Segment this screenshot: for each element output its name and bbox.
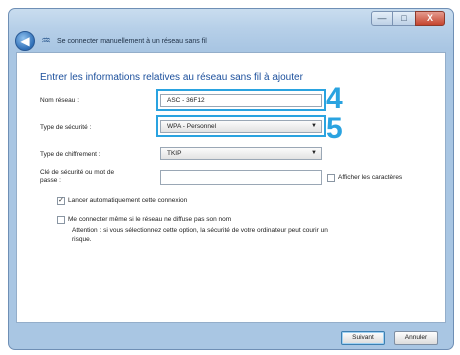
warning-line-1: Attention : si vous sélectionnez cette o… (72, 227, 328, 234)
security-key-input[interactable] (160, 170, 322, 185)
minimize-button[interactable]: — (371, 11, 393, 26)
window-title: Se connecter manuellement à un réseau sa… (57, 37, 207, 45)
wireless-network-icon: ♒ (41, 35, 51, 47)
page-heading: Entrer les informations relatives au rés… (40, 72, 303, 83)
callout-4: 4 (326, 82, 343, 115)
network-name-label: Nom réseau : (40, 97, 80, 104)
security-key-label-line2: passe : (40, 177, 61, 184)
auto-connect-checkbox[interactable]: ✓ (57, 197, 65, 205)
caption-buttons: — □ X (371, 11, 445, 26)
next-button[interactable]: Suivant (341, 331, 385, 345)
title-bar: — □ X ◀ ♒ Se connecter manuellement à un… (9, 9, 453, 53)
security-type-label: Type de sécurité : (40, 124, 92, 131)
back-arrow-icon[interactable]: ◀ (15, 31, 35, 51)
security-key-label-line1: Clé de sécurité ou mot de (40, 169, 115, 176)
close-button[interactable]: X (415, 11, 445, 26)
connect-hidden-label: Me connecter même si le réseau ne diffus… (68, 216, 232, 223)
cancel-button[interactable]: Annuler (394, 331, 438, 345)
warning-line-2: risque. (72, 236, 92, 243)
dropdown-arrow-icon: ▼ (311, 150, 317, 156)
connect-hidden-checkbox[interactable] (57, 216, 65, 224)
connect-hidden-warning: Attention : si vous sélectionnez cette o… (72, 226, 392, 244)
encryption-type-select[interactable]: TKIP ▼ (160, 147, 322, 160)
callout-5: 5 (326, 112, 343, 145)
show-characters-checkbox[interactable] (327, 174, 335, 182)
nav-row: ◀ ♒ Se connecter manuellement à un résea… (15, 31, 207, 51)
security-type-highlight (156, 115, 326, 137)
network-name-highlight (156, 89, 326, 111)
encryption-type-value: TKIP (167, 150, 182, 157)
show-characters-label: Afficher les caractères (338, 174, 403, 181)
encryption-type-label: Type de chiffrement : (40, 151, 101, 158)
auto-connect-label: Lancer automatiquement cette connexion (68, 197, 188, 204)
maximize-button[interactable]: □ (393, 11, 415, 26)
